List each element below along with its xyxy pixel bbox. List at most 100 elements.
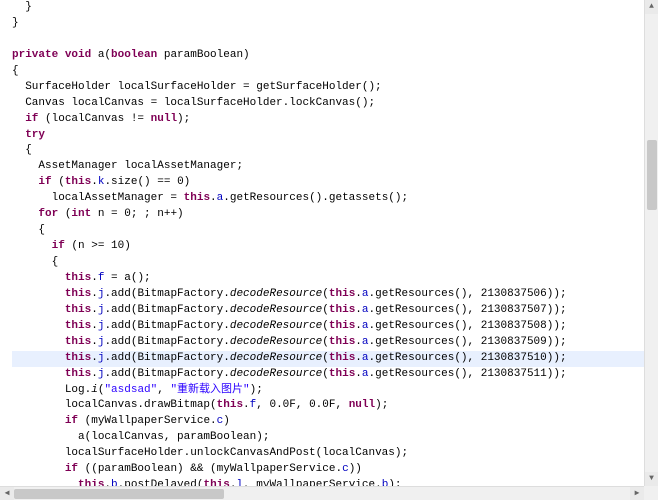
code-token: a(localCanvas, paramBoolean); — [78, 431, 269, 443]
scrollbar-corner — [644, 486, 658, 500]
code-token: a — [362, 352, 369, 364]
vertical-scroll-thumb[interactable] — [647, 140, 657, 210]
code-token: a — [362, 304, 369, 316]
code-token: this — [329, 288, 355, 300]
code-line[interactable]: { — [12, 64, 644, 80]
code-token: .postDelayed( — [118, 479, 204, 486]
code-line[interactable]: if (n >= 10) — [12, 239, 644, 255]
code-token: , — [157, 384, 170, 396]
code-line[interactable]: if (this.k.size() == 0) — [12, 175, 644, 191]
code-token: ( — [58, 176, 65, 188]
code-token: if — [65, 415, 85, 427]
code-token: for — [38, 208, 64, 220]
code-token: { — [52, 256, 59, 268]
code-token: decodeResource — [230, 368, 322, 380]
code-token: localSurfaceHolder.unlockCanvasAndPost(l… — [65, 447, 408, 459]
scroll-left-arrow[interactable]: ◀ — [0, 487, 14, 500]
code-line[interactable]: a(localCanvas, paramBoolean); — [12, 430, 644, 446]
code-line[interactable]: private void a(boolean paramBoolean) — [12, 48, 644, 64]
code-token: .getResources(), 2130837509)); — [369, 336, 567, 348]
code-token: a( — [98, 49, 111, 61]
code-token: (localCanvas != — [45, 113, 151, 125]
code-token: .add(BitmapFactory. — [104, 336, 229, 348]
code-line[interactable]: } — [12, 16, 644, 32]
code-line[interactable]: try — [12, 128, 644, 144]
code-token: .getResources(), 2130837507)); — [369, 304, 567, 316]
code-token: boolean — [111, 49, 164, 61]
scroll-right-arrow[interactable]: ▶ — [630, 487, 644, 500]
code-token: localCanvas.drawBitmap( — [65, 399, 217, 411]
code-token: this — [329, 368, 355, 380]
scroll-down-arrow[interactable]: ▼ — [645, 472, 658, 486]
code-line[interactable]: this.j.add(BitmapFactory.decodeResource(… — [12, 367, 644, 383]
code-line[interactable]: if (localCanvas != null); — [12, 112, 644, 128]
code-token: ); — [388, 479, 401, 486]
code-line[interactable]: if ((paramBoolean) && (myWallpaperServic… — [12, 462, 644, 478]
horizontal-scrollbar[interactable]: ◀ ▶ — [0, 486, 644, 500]
code-token: { — [25, 144, 32, 156]
code-token: paramBoolean) — [164, 49, 250, 61]
code-token: "asdsad" — [104, 384, 157, 396]
code-token: . — [91, 176, 98, 188]
code-token: a — [362, 336, 369, 348]
code-token: decodeResource — [230, 352, 322, 364]
code-line[interactable]: this.j.add(BitmapFactory.decodeResource(… — [12, 335, 644, 351]
code-token: this — [329, 352, 355, 364]
code-line[interactable]: for (int n = 0; ; n++) — [12, 207, 644, 223]
code-token: . — [91, 272, 98, 284]
code-token: . — [355, 288, 362, 300]
code-token: ); — [177, 113, 190, 125]
vertical-scrollbar[interactable]: ▲ ▼ — [644, 0, 658, 486]
code-line[interactable]: this.j.add(BitmapFactory.decodeResource(… — [12, 351, 644, 367]
code-token: .add(BitmapFactory. — [104, 368, 229, 380]
code-token: . — [355, 352, 362, 364]
code-line[interactable]: } — [12, 0, 644, 16]
code-line[interactable]: this.b.postDelayed(this.l, myWallpaperSe… — [12, 478, 644, 486]
code-token: .add(BitmapFactory. — [104, 320, 229, 332]
code-token: this — [65, 368, 91, 380]
code-line[interactable]: if (myWallpaperService.c) — [12, 414, 644, 430]
code-line[interactable]: this.j.add(BitmapFactory.decodeResource(… — [12, 303, 644, 319]
code-line[interactable]: SurfaceHolder localSurfaceHolder = getSu… — [12, 80, 644, 96]
code-token: . — [91, 352, 98, 364]
code-line[interactable]: this.j.add(BitmapFactory.decodeResource(… — [12, 287, 644, 303]
code-token: this — [65, 176, 91, 188]
code-token: if — [38, 176, 58, 188]
code-token: this — [65, 320, 91, 332]
code-line[interactable]: Log.i("asdsad", "重新载入图片"); — [12, 383, 644, 399]
code-editor[interactable]: } } private void a(boolean paramBoolean)… — [0, 0, 644, 486]
code-token: .getResources().getassets(); — [223, 192, 408, 204]
code-line[interactable]: Canvas localCanvas = localSurfaceHolder.… — [12, 96, 644, 112]
horizontal-scroll-thumb[interactable] — [14, 489, 224, 499]
code-line[interactable]: this.j.add(BitmapFactory.decodeResource(… — [12, 319, 644, 335]
code-token: { — [38, 224, 45, 236]
code-token: . — [91, 320, 98, 332]
code-token: (myWallpaperService. — [85, 415, 217, 427]
code-line[interactable] — [12, 32, 644, 48]
code-line[interactable]: { — [12, 255, 644, 271]
code-token: ); — [250, 384, 263, 396]
code-token: this — [329, 320, 355, 332]
code-token: ( — [322, 320, 329, 332]
code-token: .getResources(), 2130837508)); — [369, 320, 567, 332]
code-token: if — [52, 240, 72, 252]
code-token: . — [355, 320, 362, 332]
code-line[interactable]: localCanvas.drawBitmap(this.f, 0.0F, 0.0… — [12, 398, 644, 414]
code-line[interactable]: this.f = a(); — [12, 271, 644, 287]
code-token: localAssetManager = — [52, 192, 184, 204]
code-token: ( — [322, 336, 329, 348]
code-line[interactable]: { — [12, 223, 644, 239]
code-token: this — [203, 479, 229, 486]
code-token: .getResources(), 2130837511)); — [369, 368, 567, 380]
code-line[interactable]: AssetManager localAssetManager; — [12, 159, 644, 175]
code-line[interactable]: localSurfaceHolder.unlockCanvasAndPost(l… — [12, 446, 644, 462]
code-token: c — [342, 463, 349, 475]
code-token: decodeResource — [230, 288, 322, 300]
code-line[interactable]: { — [12, 143, 644, 159]
code-line[interactable]: localAssetManager = this.a.getResources(… — [12, 191, 644, 207]
scroll-up-arrow[interactable]: ▲ — [645, 0, 658, 14]
code-token: decodeResource — [230, 304, 322, 316]
code-token: .add(BitmapFactory. — [104, 288, 229, 300]
code-token: n = 0; ; n++) — [98, 208, 184, 220]
code-token: a — [362, 320, 369, 332]
